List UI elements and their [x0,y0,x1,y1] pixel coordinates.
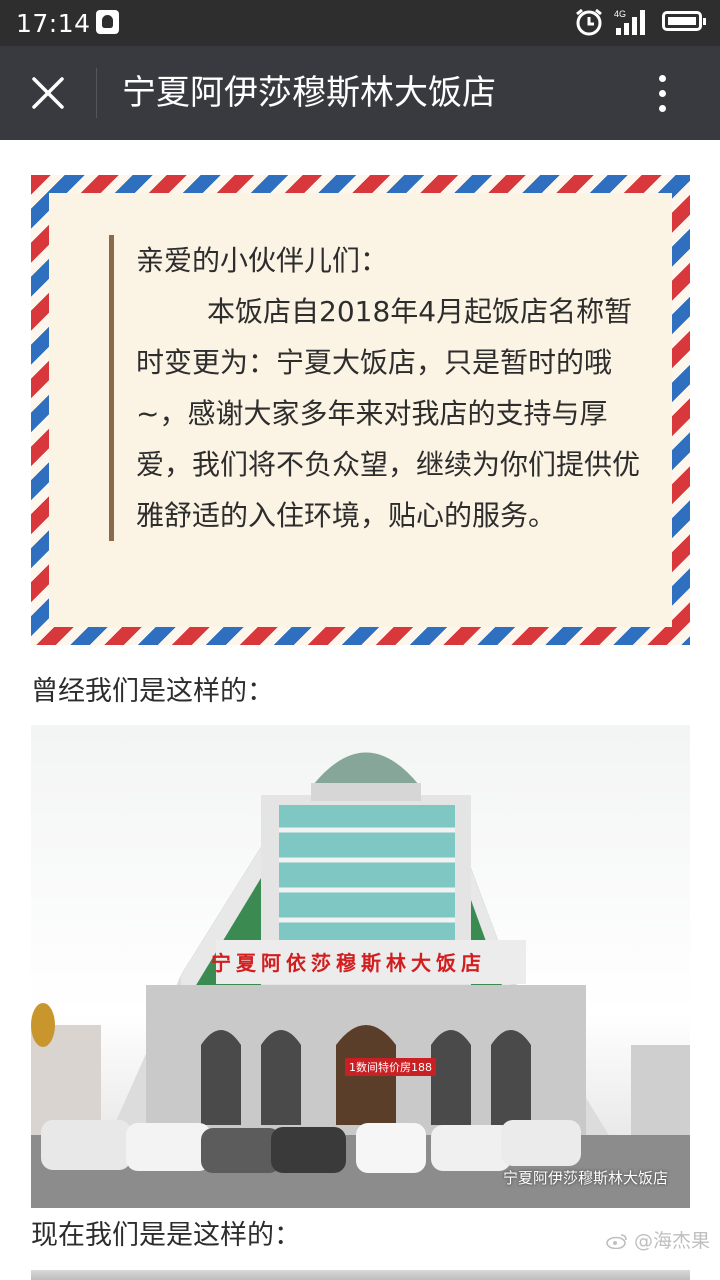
status-bar: 17:14 4G [0,0,720,46]
notice-letter: 亲爱的小伙伴儿们： 本饭店自2018年4月起饭店名称暂时变更为：宁夏大饭店，只是… [109,235,646,541]
weibo-handle: @海杰果 [634,1230,711,1252]
signal-icon: 4G [614,9,645,35]
weibo-watermark: @海杰果 [606,1226,710,1253]
battery-icon [662,11,706,31]
hotel-photo-before[interactable]: 宁夏阿依莎穆斯林大饭店 1数间特价房188 宁夏阿伊莎穆斯林大饭店 [31,725,690,1208]
notification-icon [96,10,119,34]
svg-text:4G: 4G [614,9,626,19]
envelope-notice: 亲爱的小伙伴儿们： 本饭店自2018年4月起饭店名称暂时变更为：宁夏大饭店，只是… [31,175,690,645]
photo-banner: 1数间特价房188 [345,1058,436,1076]
photo-watermark: 宁夏阿伊莎穆斯林大饭店 [502,1169,668,1187]
article-content: 亲爱的小伙伴儿们： 本饭店自2018年4月起饭店名称暂时变更为：宁夏大饭店，只是… [0,140,720,1280]
status-time: 17:14 [16,9,91,38]
caption-before: 曾经我们是这样的： [31,676,274,707]
caption-after: 现在我们是是这样的： [31,1220,301,1251]
weibo-icon [606,1234,627,1249]
nav-divider [96,68,97,118]
more-vertical-icon[interactable] [648,70,678,118]
letter-greeting: 亲爱的小伙伴儿们： [136,244,389,277]
alarm-icon [576,8,602,36]
photo-hotel-sign: 宁夏阿依莎穆斯林大饭店 [211,951,486,975]
hotel-photo-after[interactable] [31,1270,690,1280]
envelope-paper: 亲爱的小伙伴儿们： 本饭店自2018年4月起饭店名称暂时变更为：宁夏大饭店，只是… [49,193,672,627]
letter-body: 本饭店自2018年4月起饭店名称暂时变更为：宁夏大饭店，只是暂时的哦~，感谢大家… [136,295,641,532]
close-icon[interactable] [28,73,68,113]
page-title: 宁夏阿伊莎穆斯林大饭店 [122,73,496,113]
title-bar: 宁夏阿伊莎穆斯林大饭店 [0,46,720,140]
